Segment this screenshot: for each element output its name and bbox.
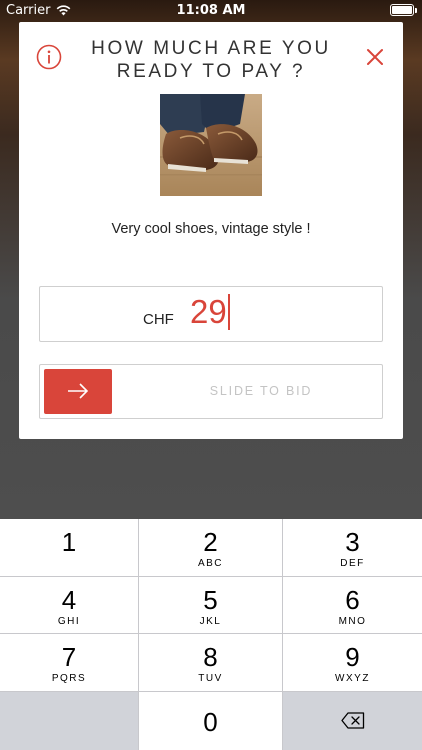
key-1[interactable]: 1	[0, 519, 139, 577]
backspace-icon	[341, 712, 365, 729]
text-caret	[227, 294, 230, 330]
key-9[interactable]: 9 WXYZ	[283, 634, 422, 692]
slide-to-bid-label: SLIDE TO BID	[209, 384, 313, 398]
bid-amount-field[interactable]: CHF 29	[39, 286, 383, 342]
info-icon[interactable]	[36, 44, 62, 70]
key-letters: PQRS	[51, 673, 87, 684]
key-digit: 6	[345, 585, 360, 615]
key-letters: WXYZ	[335, 673, 370, 684]
blank-key	[0, 692, 139, 750]
key-2[interactable]: 2 ABC	[139, 519, 283, 577]
product-description: Very cool shoes, vintage style !	[111, 221, 311, 237]
delete-key[interactable]	[283, 692, 422, 750]
bid-amount-value: 29	[190, 293, 227, 330]
key-letters: MNO	[338, 616, 367, 627]
clock: 11:08 AM	[176, 3, 246, 18]
currency-label: CHF	[143, 311, 174, 328]
key-3[interactable]: 3 DEF	[283, 519, 422, 577]
key-letters: TUV	[198, 673, 223, 684]
key-digit: 9	[345, 642, 360, 672]
key-digit: 7	[61, 642, 77, 672]
key-letters: ABC	[197, 558, 224, 569]
dialog-title: HOW MUCH ARE YOU READY TO PAY ?	[91, 38, 331, 82]
key-digit: 1	[61, 527, 77, 557]
key-letters: GHI	[57, 616, 81, 627]
key-4[interactable]: 4 GHI	[0, 577, 139, 634]
key-digit: 0	[203, 707, 218, 737]
key-digit: 5	[203, 585, 218, 615]
key-0[interactable]: 0	[139, 692, 283, 750]
slide-handle[interactable]	[44, 369, 112, 414]
key-7[interactable]: 7 PQRS	[0, 634, 139, 692]
key-8[interactable]: 8 TUV	[139, 634, 283, 692]
bid-dialog: HOW MUCH ARE YOU READY TO PAY ? Very coo…	[19, 22, 403, 439]
key-digit: 3	[345, 527, 360, 557]
key-6[interactable]: 6 MNO	[283, 577, 422, 634]
product-image	[160, 94, 262, 196]
status-bar: Carrier 11:08 AM	[0, 0, 422, 22]
key-digit: 2	[203, 527, 218, 557]
slide-to-bid[interactable]: SLIDE TO BID	[39, 364, 383, 419]
close-icon[interactable]	[365, 47, 385, 67]
bid-amount-input[interactable]: 29	[190, 293, 230, 331]
arrow-right-icon	[68, 383, 89, 399]
battery-icon	[390, 4, 417, 16]
key-digit: 4	[61, 585, 77, 615]
key-letters: JKL	[199, 616, 222, 627]
numeric-keypad: 1 2 ABC 3 DEF 4 GHI 5 JKL 6 MNO 7 PQRS 8…	[0, 519, 422, 750]
key-digit: 8	[203, 642, 218, 672]
key-letters: DEF	[340, 558, 365, 569]
key-5[interactable]: 5 JKL	[139, 577, 283, 634]
